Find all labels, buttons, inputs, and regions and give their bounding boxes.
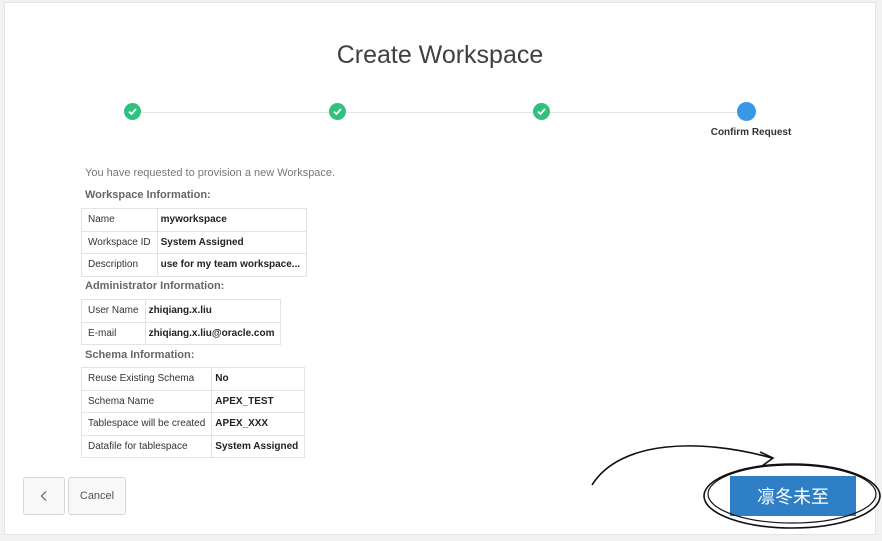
current-step-label: Confirm Request <box>710 127 792 138</box>
cancel-button[interactable]: Cancel <box>68 477 126 515</box>
schema-info-heading: Schema Information: <box>85 349 195 361</box>
table-row: Schema Name APEX_TEST <box>80 389 306 413</box>
row-value: System Assigned <box>156 230 308 254</box>
table-row: Datafile for tablespace System Assigned <box>80 434 306 458</box>
admin-info-heading: Administrator Information: <box>85 280 225 292</box>
workspace-info-heading: Workspace Information: <box>85 189 211 201</box>
row-value: System Assigned <box>211 434 306 458</box>
wizard-step-3-complete <box>533 103 550 120</box>
wizard-step-4-current <box>737 102 756 121</box>
row-value: myworkspace <box>156 208 308 232</box>
row-value: use for my team workspace... <box>156 253 308 277</box>
check-icon <box>128 108 137 116</box>
table-row: User Name zhiqiang.x.liu <box>81 299 282 323</box>
wizard-step-1-complete <box>124 103 141 120</box>
row-label: Name <box>81 208 158 232</box>
table-row: Description use for my team workspace... <box>81 253 308 277</box>
row-label: Reuse Existing Schema <box>80 367 213 391</box>
row-value: APEX_XXX <box>211 412 306 436</box>
table-row: Workspace ID System Assigned <box>81 230 308 254</box>
back-button[interactable] <box>23 477 65 515</box>
row-label: Datafile for tablespace <box>80 434 213 458</box>
intro-text: You have requested to provision a new Wo… <box>85 167 336 179</box>
row-label: Schema Name <box>80 389 213 413</box>
wizard-card: Create Workspace Confirm Request You hav… <box>4 2 876 535</box>
check-icon <box>537 108 546 116</box>
admin-info-table: User Name zhiqiang.x.liu E-mail zhiqiang… <box>81 299 282 345</box>
table-row: Tablespace will be created APEX_XXX <box>80 412 306 436</box>
row-label: User Name <box>81 299 146 323</box>
row-label: Workspace ID <box>81 230 158 254</box>
row-label: Description <box>81 253 158 277</box>
row-label: E-mail <box>81 321 146 345</box>
row-value: No <box>211 367 306 391</box>
check-icon <box>333 108 342 116</box>
row-value: APEX_TEST <box>211 389 306 413</box>
workspace-info-table: Name myworkspace Workspace ID System Ass… <box>81 208 308 277</box>
table-row: Reuse Existing Schema No <box>80 367 306 391</box>
schema-info-table: Reuse Existing Schema No Schema Name APE… <box>80 367 306 458</box>
wizard-progress-track <box>136 112 751 113</box>
row-value: zhiqiang.x.liu@oracle.com <box>144 321 282 345</box>
page-title: Create Workspace <box>336 41 544 69</box>
table-row: Name myworkspace <box>81 208 308 232</box>
create-workspace-button[interactable]: 凛冬未至 <box>730 476 856 516</box>
table-row: E-mail zhiqiang.x.liu@oracle.com <box>81 321 282 345</box>
row-label: Tablespace will be created <box>80 412 213 436</box>
row-value: zhiqiang.x.liu <box>144 299 282 323</box>
chevron-left-icon <box>40 491 47 501</box>
wizard-step-2-complete <box>329 103 346 120</box>
